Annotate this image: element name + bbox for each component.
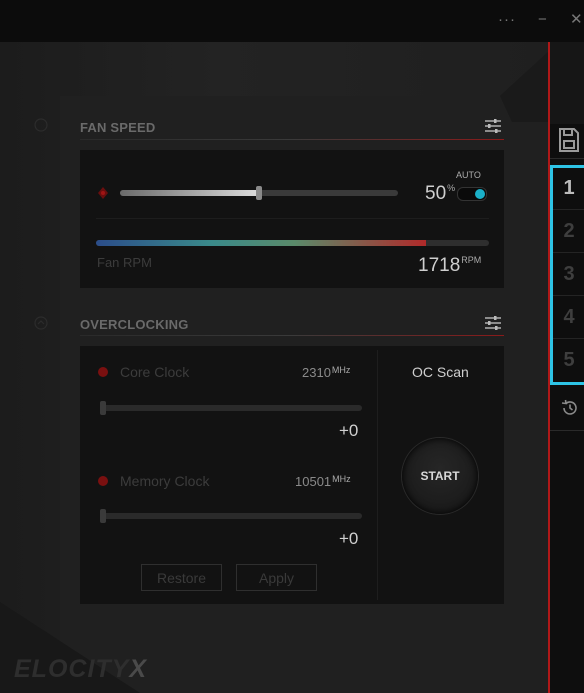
oc-scan-start-button[interactable]: START	[402, 438, 478, 514]
core-clock-unit: MHz	[331, 365, 351, 375]
fan-speed-percent-unit: %	[447, 183, 456, 193]
overclocking-section-icon	[34, 316, 48, 330]
history-icon[interactable]	[560, 398, 580, 418]
auto-label: AUTO	[456, 170, 481, 180]
fan-section-icon	[34, 118, 48, 132]
overclocking-title: OVERCLOCKING	[80, 317, 189, 332]
core-clock-icon	[98, 367, 108, 377]
profile-sidebar-header	[550, 42, 584, 124]
fan-speed-divider	[80, 139, 504, 140]
restore-button[interactable]: Restore	[141, 564, 222, 591]
core-clock-offset: +0	[339, 421, 359, 440]
apply-button[interactable]: Apply	[236, 564, 317, 591]
memory-clock-unit: MHz	[332, 474, 351, 484]
memory-clock-icon	[98, 476, 108, 486]
memory-clock-slider[interactable]	[100, 509, 362, 523]
fan-speed-percent: 50	[425, 183, 447, 204]
core-clock-number: 2310	[302, 365, 331, 380]
oc-card-divider	[377, 350, 378, 600]
save-icon[interactable]	[558, 127, 580, 153]
brand-x: X	[129, 655, 148, 683]
fan-speed-slider-handle[interactable]	[256, 186, 262, 200]
fan-rpm-label: Fan RPM	[97, 255, 152, 270]
fan-rpm-bar	[96, 240, 489, 246]
memory-clock-value: 10501MHz	[295, 474, 351, 489]
fan-settings-icon[interactable]	[484, 118, 502, 134]
brand-logo: ELOCITYX	[14, 655, 147, 684]
profile-selection-frame	[550, 165, 584, 385]
save-divider	[550, 158, 584, 159]
fan-speed-title: FAN SPEED	[80, 120, 156, 135]
core-clock-slider-handle[interactable]	[100, 401, 106, 415]
core-clock-value: 2310MHz	[302, 365, 350, 380]
core-clock-slider[interactable]	[100, 401, 362, 415]
oc-scan-title: OC Scan	[412, 364, 469, 380]
overclocking-settings-icon[interactable]	[484, 315, 502, 331]
overclocking-divider	[80, 335, 504, 336]
fan-card-divider	[96, 218, 489, 219]
minimize-icon[interactable]: −	[538, 12, 547, 28]
fan-rpm-unit: RPM	[461, 255, 482, 265]
brand-text: ELOCITY	[14, 655, 130, 683]
title-bar: ··· − ✕	[0, 0, 584, 42]
history-divider	[550, 430, 584, 431]
memory-clock-offset: +0	[339, 529, 359, 548]
auto-toggle-knob	[475, 189, 485, 199]
more-options-icon[interactable]: ···	[498, 12, 516, 28]
memory-clock-number: 10501	[295, 474, 332, 489]
fan-rpm-bar-fill	[96, 240, 427, 246]
fan-rpm-number: 1718	[418, 255, 461, 276]
fan-speed-value: 50%	[425, 183, 455, 205]
core-clock-label: Core Clock	[120, 364, 190, 380]
fan-icon	[98, 187, 108, 199]
auto-toggle[interactable]	[457, 187, 487, 201]
close-icon[interactable]: ✕	[570, 12, 583, 28]
memory-clock-label: Memory Clock	[120, 473, 210, 489]
fan-speed-slider[interactable]	[120, 186, 398, 200]
memory-clock-slider-handle[interactable]	[100, 509, 106, 523]
fan-rpm-value: 1718RPM	[418, 255, 481, 277]
fan-speed-slider-fill	[120, 190, 259, 196]
